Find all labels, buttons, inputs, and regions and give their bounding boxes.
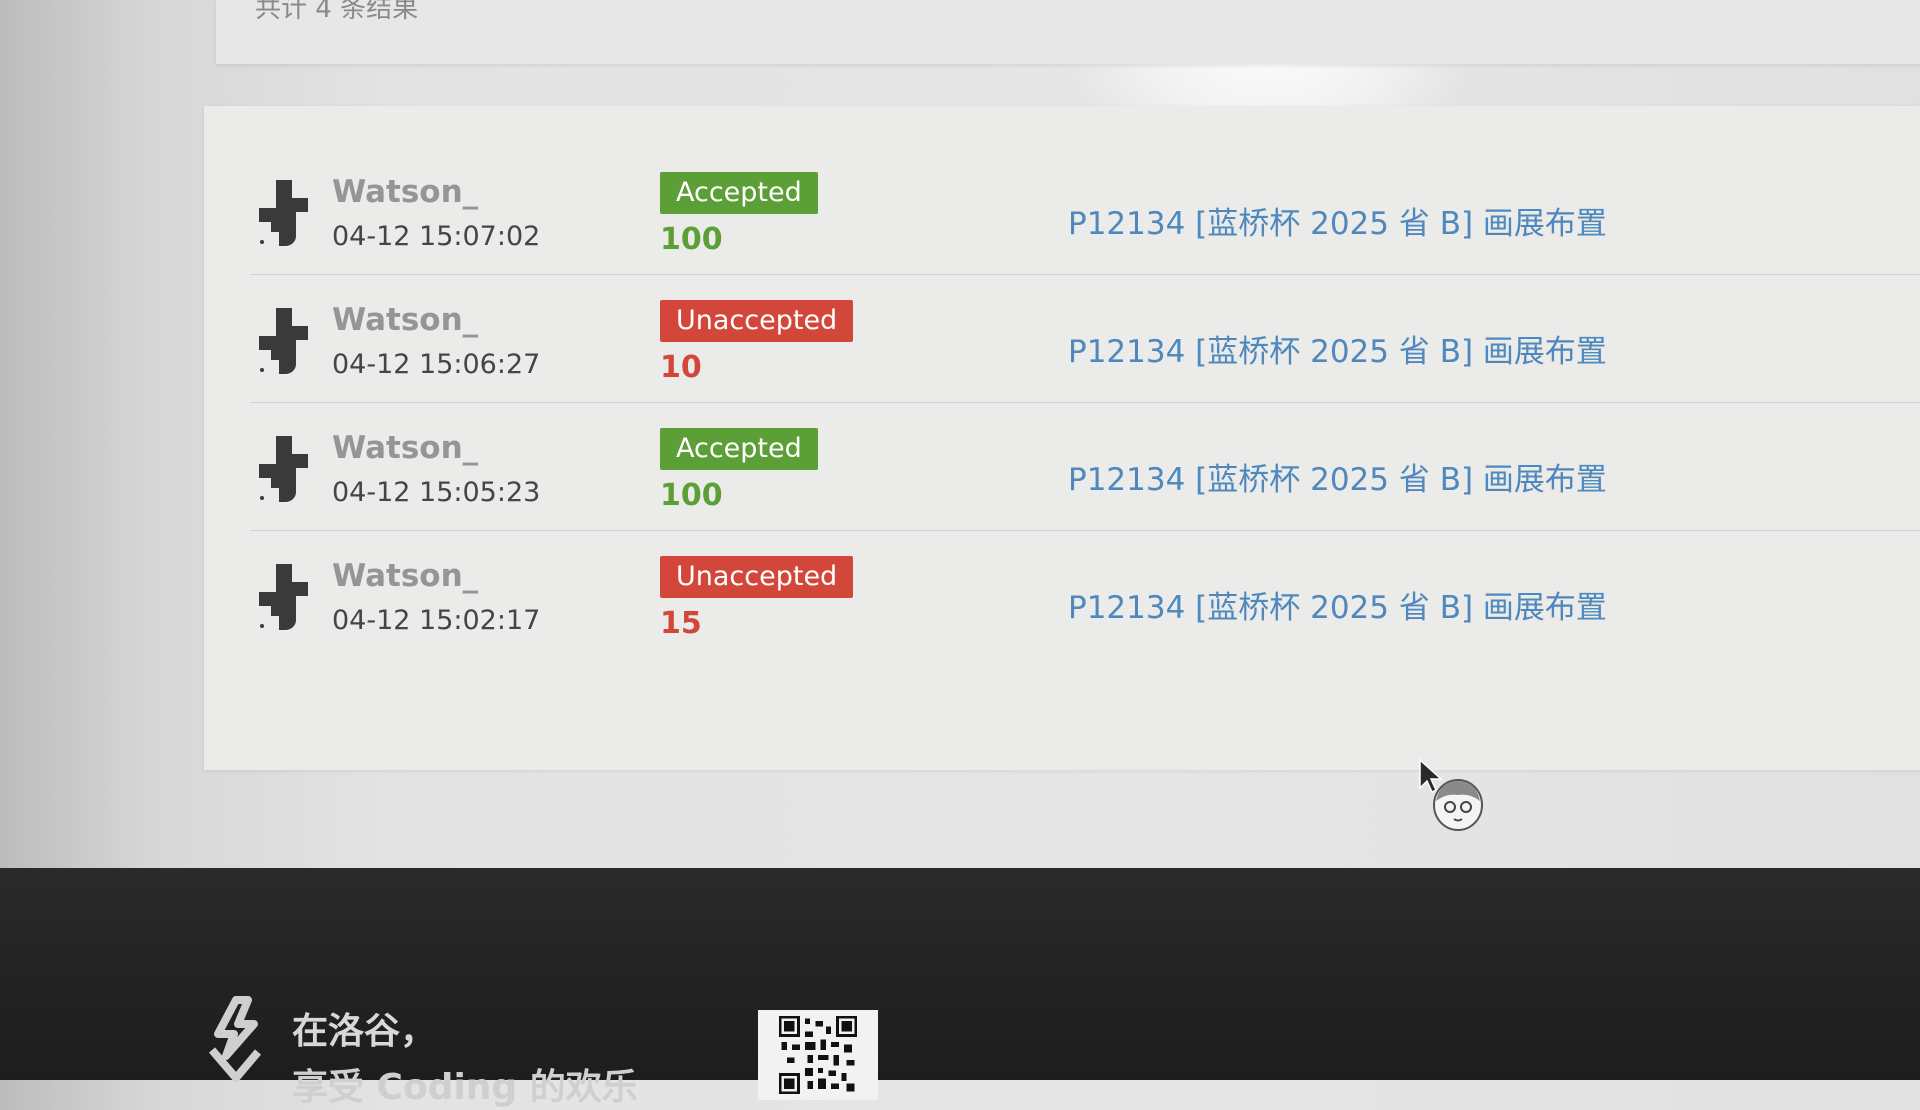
problem-link[interactable]: P12134 [蓝桥杯 2025 省 B] 画展布置 <box>1068 198 1607 243</box>
username-link[interactable]: Watson_ <box>332 174 478 210</box>
username-link[interactable]: Watson_ <box>332 558 478 594</box>
problem-link[interactable]: P12134 [蓝桥杯 2025 省 B] 画展布置 <box>1068 454 1607 499</box>
avatar-icon[interactable] <box>250 562 320 634</box>
problem-link[interactable]: P12134 [蓝桥杯 2025 省 B] 画展布置 <box>1068 326 1607 371</box>
record-row: Watson_ 04-12 15:06:27 Unaccepted 10 P12… <box>250 276 1920 403</box>
submit-time: 04-12 15:02:17 <box>332 605 541 636</box>
record-row: Watson_ 04-12 15:07:02 Accepted 100 P121… <box>250 148 1920 275</box>
avatar-icon[interactable] <box>250 306 320 378</box>
site-footer: 在洛谷， 享受 Coding 的欢乐 <box>0 868 1920 1108</box>
record-row: Watson_ 04-12 15:02:17 Unaccepted 15 P12… <box>250 532 1920 658</box>
result-header-panel <box>216 0 1920 64</box>
problem-link[interactable]: P12134 [蓝桥杯 2025 省 B] 画展布置 <box>1068 582 1607 627</box>
result-count: 共计 4 条结果 <box>255 0 419 24</box>
avatar-icon[interactable] <box>250 178 320 250</box>
footer-tagline-2: 享受 Coding 的欢乐 <box>292 1067 638 1108</box>
submit-time: 04-12 15:06:27 <box>332 349 541 380</box>
score-value: 100 <box>660 222 723 257</box>
status-badge[interactable]: Unaccepted <box>660 300 854 342</box>
score-value: 15 <box>660 606 702 641</box>
submit-time: 04-12 15:07:02 <box>332 221 541 252</box>
score-value: 100 <box>660 478 723 513</box>
status-badge[interactable]: Accepted <box>660 428 818 470</box>
status-badge[interactable]: Accepted <box>660 172 818 214</box>
username-link[interactable]: Watson_ <box>332 302 478 338</box>
submit-time: 04-12 15:05:23 <box>332 477 541 508</box>
avatar-icon[interactable] <box>250 434 320 506</box>
record-row: Watson_ 04-12 15:05:23 Accepted 100 P121… <box>250 404 1920 531</box>
status-badge[interactable]: Unaccepted <box>660 556 854 598</box>
qr-code-icon <box>758 1010 878 1100</box>
mascot-icon[interactable] <box>1430 775 1486 833</box>
username-link[interactable]: Watson_ <box>332 430 478 466</box>
luogu-logo-icon[interactable] <box>196 994 276 1084</box>
footer-tagline: 在洛谷， <box>292 1011 437 1052</box>
score-value: 10 <box>660 350 702 385</box>
